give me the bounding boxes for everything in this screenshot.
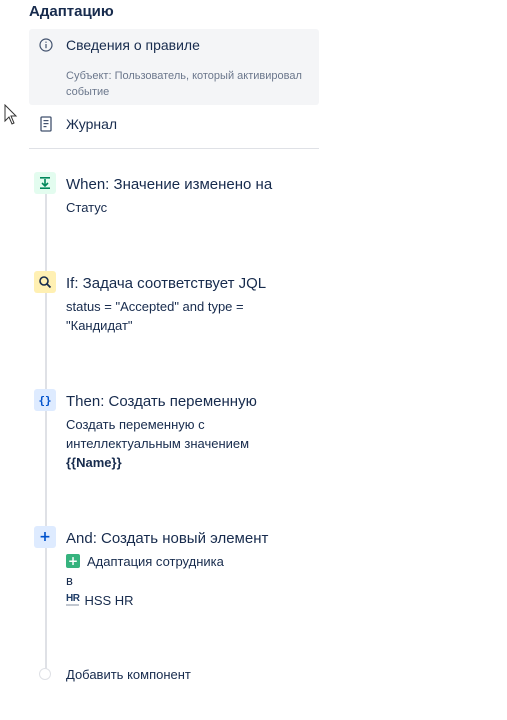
rule-timeline (45, 190, 47, 670)
smart-value-variable: {{Name}} (66, 455, 122, 470)
rule-details-title: Сведения о правиле (66, 37, 200, 53)
issue-type-label: Адаптация сотрудника (87, 553, 224, 569)
info-icon (39, 38, 53, 52)
divider (29, 148, 319, 149)
project-row: HR HSS HR (66, 590, 134, 610)
audit-log-link[interactable]: Журнал (66, 116, 117, 132)
action-create-issue-title[interactable]: And: Создать новый элемент (66, 530, 268, 547)
search-icon (34, 271, 56, 293)
action-create-variable-detail: Создать переменную с интеллектуальным зн… (66, 417, 250, 451)
trigger-title[interactable]: When: Значение изменено на (66, 176, 272, 193)
add-component-dot (39, 668, 51, 680)
issue-type-row: + Адаптация сотрудника (66, 551, 224, 571)
audit-log-icon (40, 116, 52, 132)
trigger-detail: Статус (66, 200, 108, 215)
project-name: HSS HR (84, 592, 134, 608)
action-create-variable-title[interactable]: Then: Создать переменную (66, 393, 257, 410)
project-avatar-icon: HR (66, 593, 80, 606)
in-label: в (66, 573, 73, 588)
condition-title[interactable]: If: Задача соответствует JQL (66, 275, 266, 292)
issue-type-plus-icon: + (66, 554, 80, 568)
rule-title: Адаптацию (29, 3, 114, 20)
add-component-button[interactable]: Добавить компонент (66, 667, 191, 682)
mouse-cursor-icon (4, 104, 18, 125)
variable-icon: {} (34, 389, 56, 411)
trigger-icon (34, 172, 56, 194)
plus-icon: + (34, 526, 56, 548)
rule-actor-subtitle: Субъект: Пользователь, который активиров… (66, 70, 302, 98)
condition-jql: status = "Accepted" and type = "Кандидат… (66, 299, 244, 333)
